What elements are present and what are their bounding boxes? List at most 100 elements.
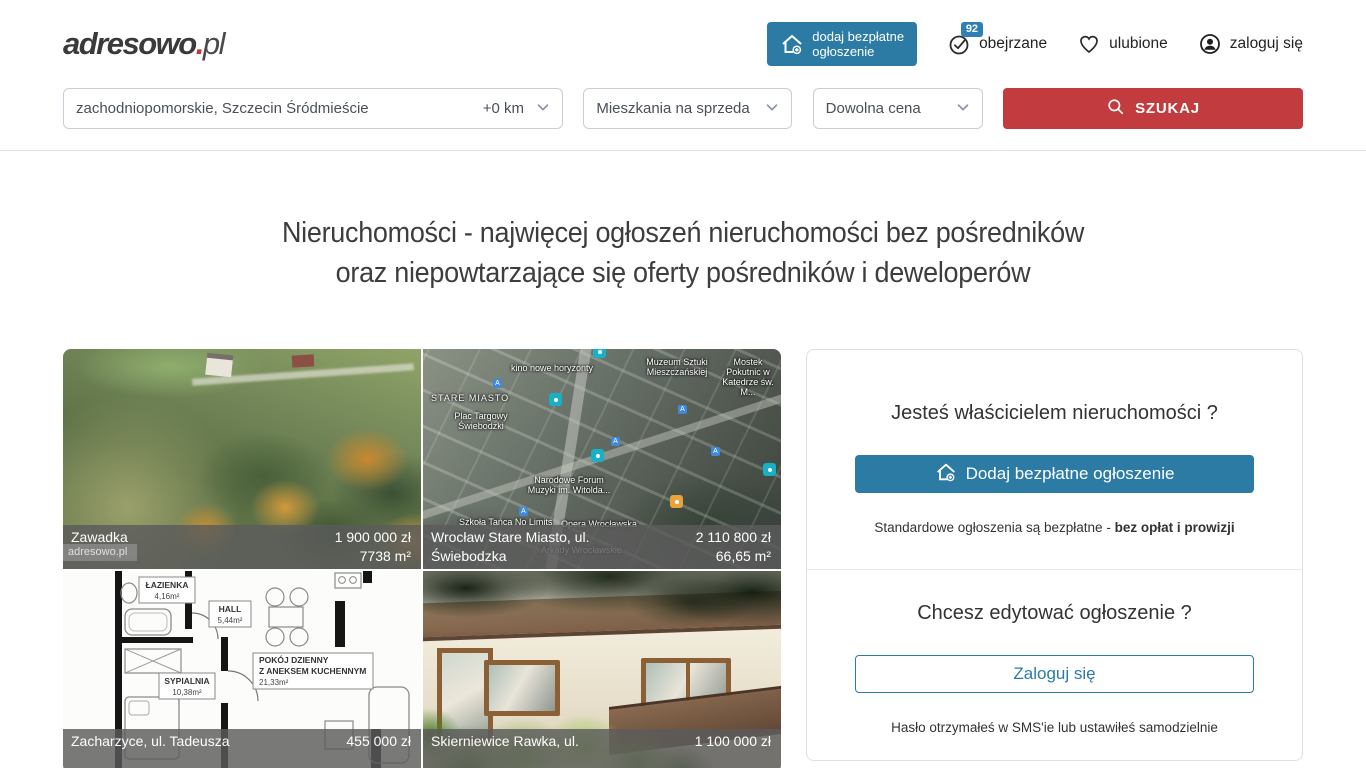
map-stop-icon: A	[611, 437, 620, 446]
map-stop-icon: A	[493, 379, 502, 388]
listing-price-area: 2 110 800 zł 66,65 m²	[696, 528, 771, 566]
user-icon	[1198, 32, 1222, 56]
nav-login[interactable]: zaloguj się	[1198, 32, 1303, 56]
svg-text:HALL: HALL	[219, 604, 242, 614]
top-actions: dodaj bezpłatneogłoszenie 92 obejrzane u…	[767, 22, 1303, 67]
listing-location: Skierniewice Rawka, ul.	[431, 732, 579, 768]
map-label: Muzeum Sztuki Mieszczańskiej	[639, 357, 715, 377]
map-label: Mostek Pokutnic w Katedrze św. M...	[717, 357, 779, 397]
map-label: Plac Targowy Świebodzki	[449, 411, 513, 431]
edit-section: Chcesz edytować ogłoszenie ? Zaloguj się…	[807, 570, 1302, 768]
chevron-down-icon	[534, 98, 552, 120]
page-title-line1: Nieruchomości - najwięcej ogłoszeń nieru…	[85, 213, 1281, 253]
map-label: STARE MIASTO	[431, 393, 509, 403]
tree-branches-shape	[423, 571, 781, 640]
listing-price: 455 000 zł	[346, 732, 411, 751]
add-listing-button[interactable]: dodaj bezpłatneogłoszenie	[767, 22, 917, 67]
search-bar: zachodniopomorskie, Szczecin Śródmieście…	[0, 88, 1366, 151]
location-value: zachodniopomorskie, Szczecin Śródmieście	[76, 100, 475, 117]
listing-card-zacharzyce[interactable]: ŁAZIENKA 4,16m² HALL 5,44m² POKÓJ DZIENN…	[63, 571, 421, 768]
location-select[interactable]: zachodniopomorskie, Szczecin Śródmieście…	[63, 88, 563, 129]
listing-price: 2 110 800 zł	[696, 528, 771, 547]
svg-text:21,33m²: 21,33m²	[259, 678, 289, 687]
map-stop-icon: A	[519, 507, 528, 516]
listing-area: 7738 m²	[335, 547, 411, 566]
map-pin-icon	[549, 393, 562, 406]
listing-location: Wrocław Stare Miasto, ul. Świebodzka	[431, 528, 636, 566]
search-icon	[1106, 97, 1126, 121]
map-pin-icon	[763, 463, 776, 476]
sidebar-add-listing-button[interactable]: Dodaj bezpłatne ogłoszenie	[855, 455, 1254, 493]
svg-text:ŁAZIENKA: ŁAZIENKA	[146, 580, 189, 590]
listing-price: 1 100 000 zł	[695, 732, 771, 751]
svg-text:SYPIALNIA: SYPIALNIA	[164, 676, 209, 686]
floorplan-label-livingroom: POKÓJ DZIENNY Z ANEKSEM KUCHENNYM 21,33m…	[253, 653, 373, 689]
owner-sidebar: Jesteś właścicielem nieruchomości ? Doda…	[806, 349, 1303, 761]
map-pin-icon	[591, 449, 604, 462]
floorplan-label-bathroom: ŁAZIENKA 4,16m²	[139, 577, 195, 603]
listing-card-wroclaw[interactable]: STARE MIASTO kino nowe horyzonty Muzeum …	[423, 349, 781, 569]
price-select[interactable]: Dowolna cena	[813, 88, 983, 129]
map-stop-icon: A	[678, 405, 687, 414]
top-bar: adresowo.pl dodaj bezpłatneogłoszenie 92…	[0, 0, 1366, 88]
listing-overlay: Wrocław Stare Miasto, ul. Świebodzka 2 1…	[423, 525, 781, 569]
svg-text:4,16m²: 4,16m²	[155, 592, 180, 601]
floorplan-label-bedroom: SYPIALNIA 10,38m²	[159, 673, 215, 699]
nav-favorites[interactable]: ulubione	[1077, 32, 1168, 56]
listing-price-area: 1 900 000 zł 7738 m²	[335, 528, 411, 566]
listing-overlay: Skierniewice Rawka, ul. 1 100 000 zł	[423, 729, 781, 768]
add-listing-label: dodaj bezpłatneogłoszenie	[812, 29, 904, 60]
sidebar-login-button[interactable]: Zaloguj się	[855, 655, 1254, 693]
viewed-check-icon: 92	[947, 32, 971, 56]
map-label: kino nowe horyzonty	[511, 363, 593, 373]
map-label: Narodowe Forum Muzyki im. Witolda...	[521, 475, 617, 495]
house-plus-icon	[935, 461, 957, 488]
site-logo[interactable]: adresowo.pl	[63, 26, 224, 62]
house-plus-icon	[780, 32, 804, 56]
floorplan-label-hall: HALL 5,44m²	[209, 601, 251, 627]
listing-grid: adresowo.pl Zawadka 1 900 000 zł 7738 m²…	[63, 349, 781, 768]
svg-text:POKÓJ DZIENNY: POKÓJ DZIENNY	[259, 654, 329, 665]
photo-watermark: adresowo.pl	[63, 544, 137, 561]
aerial-house-shape	[205, 358, 233, 378]
viewed-badge: 92	[961, 22, 983, 37]
listing-overlay: Zacharzyce, ul. Tadeusza 455 000 zł	[63, 729, 421, 768]
login-label: zaloguj się	[1230, 35, 1303, 53]
map-stop-icon: A	[711, 447, 720, 456]
map-pin-icon	[670, 495, 683, 508]
listing-area: 66,65 m²	[696, 547, 771, 566]
svg-text:5,44m²: 5,44m²	[218, 616, 243, 625]
logo-tld: pl	[203, 26, 224, 61]
heart-icon	[1077, 32, 1101, 56]
page-title-line2: oraz niepowtarzające się oferty pośredni…	[85, 253, 1281, 293]
search-button-label: SZUKAJ	[1135, 100, 1200, 117]
property-type-select[interactable]: Mieszkania na sprzeda	[583, 88, 792, 129]
owner-section: Jesteś właścicielem nieruchomości ? Doda…	[807, 350, 1302, 569]
nav-viewed[interactable]: 92 obejrzane	[947, 32, 1047, 56]
sidebar-login-label: Zaloguj się	[1013, 664, 1095, 684]
radius-value: +0 km	[483, 100, 524, 117]
chevron-down-icon	[763, 98, 781, 120]
owner-note: Standardowe ogłoszenia są bezpłatne - be…	[855, 520, 1254, 535]
edit-title: Chcesz edytować ogłoszenie ?	[855, 602, 1254, 625]
svg-text:Z ANEKSEM KUCHENNYM: Z ANEKSEM KUCHENNYM	[259, 666, 366, 676]
search-button[interactable]: SZUKAJ	[1003, 88, 1303, 129]
owner-title: Jesteś właścicielem nieruchomości ?	[855, 402, 1254, 425]
sidebar-add-listing-label: Dodaj bezpłatne ogłoszenie	[966, 464, 1175, 484]
svg-text:10,38m²: 10,38m²	[172, 688, 202, 697]
listing-price: 1 900 000 zł	[335, 528, 411, 547]
edit-note: Hasło otrzymałeś w SMS'ie lub ustawiłeś …	[855, 720, 1254, 735]
viewed-label: obejrzane	[979, 35, 1047, 53]
price-value: Dowolna cena	[826, 100, 954, 117]
map-pin-icon	[593, 349, 606, 358]
listing-card-skierniewice[interactable]: Skierniewice Rawka, ul. 1 100 000 zł	[423, 571, 781, 768]
main-content: adresowo.pl Zawadka 1 900 000 zł 7738 m²…	[0, 349, 1366, 768]
aerial-roof-shape	[292, 354, 315, 367]
chevron-down-icon	[954, 98, 972, 120]
logo-name: adresowo	[63, 26, 196, 61]
listing-price-area: 1 100 000 zł	[695, 732, 771, 768]
favorites-label: ulubione	[1109, 35, 1168, 53]
listing-card-zawadka[interactable]: adresowo.pl Zawadka 1 900 000 zł 7738 m²	[63, 349, 421, 569]
logo-dot: .	[196, 26, 203, 61]
property-type-value: Mieszkania na sprzeda	[596, 100, 763, 117]
